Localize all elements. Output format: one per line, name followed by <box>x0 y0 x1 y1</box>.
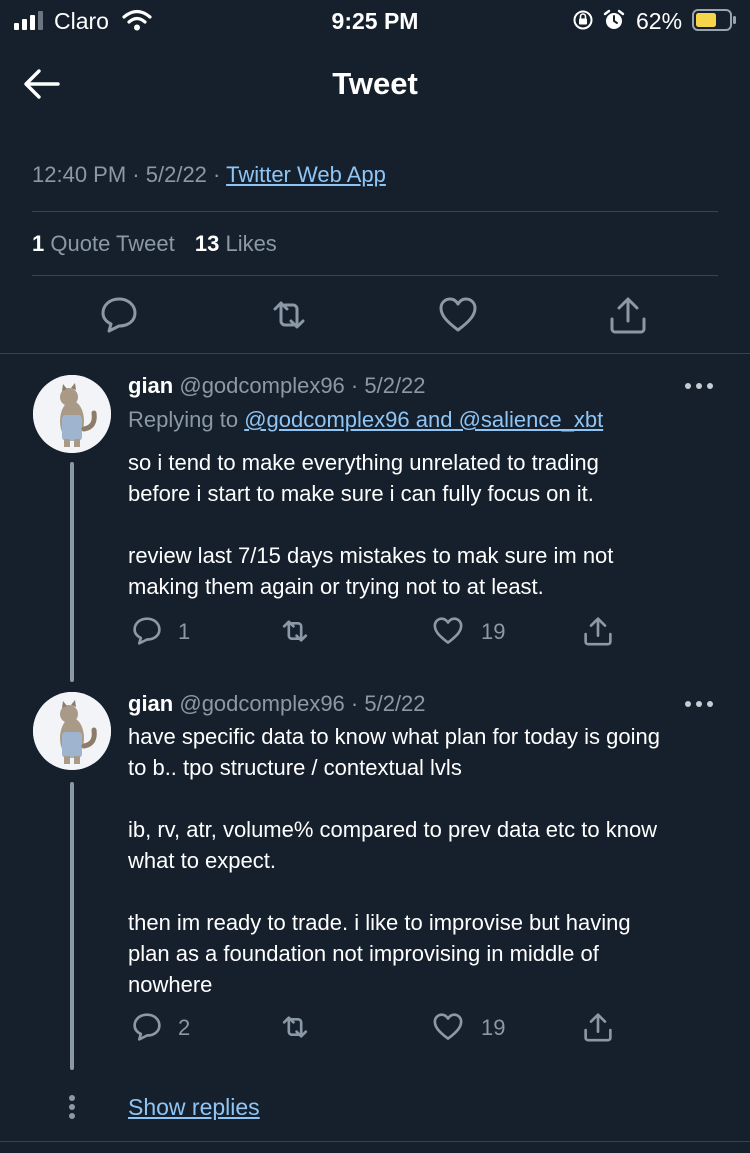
tweet-time: 12:40 PM <box>32 162 127 187</box>
divider <box>0 353 750 354</box>
like-heart-icon[interactable] <box>431 614 465 648</box>
more-options-icon[interactable] <box>684 699 714 709</box>
cat-avatar-image <box>33 375 111 453</box>
retweet-icon[interactable] <box>278 614 312 648</box>
reply-icon[interactable] <box>130 614 164 648</box>
tweet-stats: 1 Quote Tweet 13 Likes <box>32 231 277 257</box>
thread-line <box>70 462 74 682</box>
reply-header: gian @godcomplex96 · 5/2/22 <box>128 691 426 717</box>
battery-icon <box>692 9 736 31</box>
divider <box>32 211 718 212</box>
retweet-icon[interactable] <box>278 1010 312 1044</box>
share-icon[interactable] <box>581 1010 615 1044</box>
author-name[interactable]: gian <box>128 373 173 398</box>
text-line: to b.. tpo structure / contextual lvls <box>128 755 462 780</box>
likes-count: 13 <box>194 231 220 256</box>
battery-percent: 62% <box>636 8 683 34</box>
reply-date: · 5/2/22 <box>350 691 426 716</box>
thread-line <box>70 782 74 1070</box>
rotation-lock-icon <box>573 10 593 30</box>
text-line: then im ready to trade. i like to improv… <box>128 910 631 935</box>
reply-count: 1 <box>178 619 191 644</box>
like-count: 19 <box>481 1015 506 1040</box>
tweet-date: 5/2/22 <box>145 162 207 187</box>
likes-stat[interactable]: 13 Likes <box>195 231 277 256</box>
share-icon[interactable] <box>606 293 650 337</box>
text-line: making them again or trying not to at le… <box>128 574 544 599</box>
tweet-timestamp: 12:40 PM · 5/2/22 · Twitter Web App <box>32 162 386 187</box>
avatar[interactable] <box>33 375 111 453</box>
page-title: Tweet <box>332 66 418 101</box>
divider <box>32 275 718 276</box>
like-heart-icon[interactable] <box>431 1010 465 1044</box>
quote-label: Quote Tweet <box>50 231 175 256</box>
text-line: what to expect. <box>128 848 276 873</box>
reply-icon[interactable] <box>97 293 141 337</box>
reply-text: have specific data to know what plan for… <box>128 721 738 1000</box>
quote-count: 1 <box>32 231 45 256</box>
author-handle[interactable]: @godcomplex96 <box>179 373 344 398</box>
replying-to: Replying to @godcomplex96 and @salience_… <box>128 407 603 433</box>
text-line: so i tend to make everything unrelated t… <box>128 450 599 475</box>
like-count: 19 <box>481 619 506 644</box>
text-line: ib, rv, atr, volume% compared to prev da… <box>128 817 658 842</box>
quote-tweets-stat[interactable]: 1 Quote Tweet <box>32 231 175 256</box>
reply-text: so i tend to make everything unrelated t… <box>128 447 728 602</box>
status-bar: Claro 9:25 PM 62% <box>0 0 750 44</box>
retweet-icon[interactable] <box>267 293 311 337</box>
alarm-icon <box>603 9 625 29</box>
avatar[interactable] <box>33 692 111 770</box>
text-line: plan as a foundation not improvising in … <box>128 941 599 966</box>
reply-count: 2 <box>178 1015 191 1040</box>
text-line: have specific data to know what plan for… <box>128 724 660 749</box>
replying-to-link[interactable]: @godcomplex96 and @salience_xbt <box>244 407 603 432</box>
likes-label: Likes <box>225 231 277 256</box>
show-replies-link[interactable]: Show replies <box>128 1094 260 1121</box>
author-handle[interactable]: @godcomplex96 <box>179 691 344 716</box>
text-line: before i start to make sure i can fully … <box>128 481 594 506</box>
replying-to-prefix: Replying to <box>128 407 239 432</box>
reply-date: · 5/2/22 <box>350 373 426 398</box>
divider <box>0 1141 750 1142</box>
text-line: review last 7/15 days mistakes to mak su… <box>128 543 614 568</box>
share-icon[interactable] <box>581 614 615 648</box>
tweet-source-link[interactable]: Twitter Web App <box>226 162 386 187</box>
more-options-icon[interactable] <box>684 381 714 391</box>
like-heart-icon[interactable] <box>436 293 480 337</box>
thread-continuation-icon <box>69 1095 75 1119</box>
text-line: nowhere <box>128 972 213 997</box>
reply-header: gian @godcomplex96 · 5/2/22 <box>128 373 426 399</box>
cat-avatar-image <box>33 692 111 770</box>
author-name[interactable]: gian <box>128 691 173 716</box>
reply-icon[interactable] <box>130 1010 164 1044</box>
